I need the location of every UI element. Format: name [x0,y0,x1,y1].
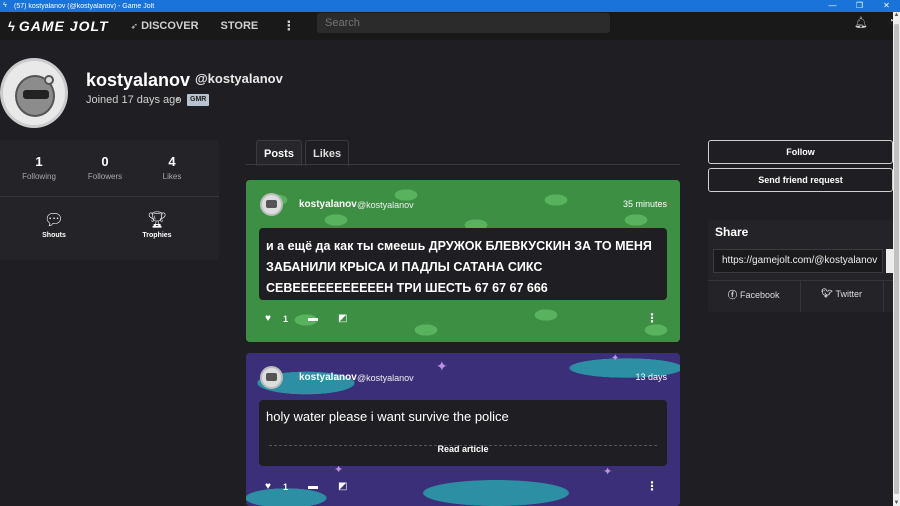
post-body-text: holy water please i want survive the pol… [266,409,509,424]
profile-tabs: Posts Likes [256,140,352,166]
search-input[interactable] [317,13,610,33]
avatar-antenna [44,75,54,85]
top-nav: ϟ GAME JOLT ➶ DISCOVER STORE ⋮ 🔔︎ ◔ [0,12,894,40]
post-timestamp[interactable]: 35 minutes [623,199,667,209]
window-title: (57) kostyalanov (@kostyalanov) - Game J… [14,2,155,10]
share-separator [800,281,801,312]
profile-handle: @kostyalanov [195,71,283,86]
like-count: 1 [282,481,288,492]
tabs-underline [246,164,680,165]
stat-following[interactable]: 1 Following [9,154,69,181]
trophy-icon: 🏆︎ [146,212,168,229]
post-username[interactable]: kostyalanov [299,199,357,210]
twitter-icon: 🐦︎ [821,288,833,298]
post-card[interactable]: ✦ ✦ ✦ ✦ kostyalanov @kostyalanov 13 days… [246,353,680,506]
share-separator [883,281,884,312]
stat-followers-label: Followers [87,172,123,181]
star-decoration-icon: ✦ [603,466,613,478]
post-actions: ♥ 1 ▬ ◩ [265,481,347,492]
post-avatar[interactable] [260,366,283,389]
profile-display-name: kostyalanov [86,70,191,90]
sticker-icon[interactable]: ◩ [338,481,347,492]
share-card: Share https://gamejolt.com/@kostyalanov … [708,220,893,312]
scroll-down-icon[interactable]: ▼ [893,500,900,506]
post-timestamp[interactable]: 13 days [635,372,667,382]
shouts-link[interactable]: 💬︎ Shouts [29,210,79,239]
stat-likes[interactable]: 4 Likes [142,154,202,181]
rocket-icon: ➶ [130,20,139,31]
stat-followers-value: 0 [101,154,109,169]
send-friend-request-button[interactable]: Send friend request [708,168,893,192]
copy-url-button[interactable] [886,249,893,273]
nav-store[interactable]: STORE [221,20,259,32]
trophies-link[interactable]: 🏆︎ Trophies [132,210,182,239]
gamejolt-logo[interactable]: ϟ GAME JOLT [8,18,109,34]
stat-followers[interactable]: 0 Followers [75,154,135,181]
post-more-icon[interactable]: ⋮ [646,479,658,493]
share-title: Share [715,225,749,239]
app-icon: ϟ [3,2,7,9]
stat-following-label: Following [22,172,56,181]
page-scrollbar[interactable]: ▲ ▼ [893,12,900,506]
scroll-up-icon[interactable]: ▲ [893,12,900,18]
joined-separator: • [176,94,180,106]
stats-divider [0,196,219,197]
minimize-button[interactable]: — [819,0,846,12]
post-handle: @kostyalanov [357,373,414,383]
bell-icon[interactable]: 🔔︎ [854,16,868,29]
nav-store-label: STORE [220,20,259,32]
nav-more-icon[interactable]: ⋮ [282,18,295,34]
heart-icon[interactable]: ♥ [265,481,271,492]
like-count: 1 [282,313,288,324]
tab-likes[interactable]: Likes [304,140,350,166]
star-decoration-icon: ✦ [611,353,620,364]
comment-icon[interactable]: ▬ [308,313,318,324]
profile-joined: Joined 17 days ago [86,94,182,106]
follow-button[interactable]: Follow [708,140,893,164]
comment-icon[interactable]: ▬ [308,481,318,492]
profile-stats-card: 1 Following 0 Followers 4 Likes 💬︎ Shout… [0,140,219,260]
star-decoration-icon: ✦ [436,358,448,374]
stat-following-value: 1 [35,154,43,169]
window-titlebar: ϟ (57) kostyalanov (@kostyalanov) - Game… [0,0,900,12]
post-body[interactable]: и а ещё да как ты смеешь ДРУЖОК БЛЕВКУСК… [259,228,667,300]
twitter-label: Twitter [835,288,862,299]
post-handle: @kostyalanov [357,200,414,210]
post-username[interactable]: kostyalanov [299,372,357,383]
scroll-thumb[interactable] [894,24,899,494]
bolt-icon: ϟ [8,18,16,34]
close-button[interactable]: ✕ [873,0,900,12]
read-article-link[interactable]: Read article [259,440,667,458]
speech-bubble-icon: 💬︎ [43,212,65,229]
nav-discover[interactable]: ➶ DISCOVER [131,20,199,32]
tab-posts[interactable]: Posts [256,140,302,166]
facebook-icon: ⓕ [728,290,738,300]
share-twitter-button[interactable]: 🐦︎ Twitter [821,288,862,299]
stat-likes-value: 4 [168,154,176,169]
shouts-label: Shouts [42,232,66,239]
share-facebook-button[interactable]: ⓕ Facebook [728,288,780,301]
post-card[interactable]: kostyalanov @kostyalanov 35 minutes и а … [246,180,680,342]
share-url-field[interactable]: https://gamejolt.com/@kostyalanov [713,249,883,273]
trophies-label: Trophies [142,232,172,239]
post-actions: ♥ 1 ▬ ◩ [265,313,347,324]
stat-likes-label: Likes [162,172,182,181]
maximize-button[interactable]: ❐ [846,0,873,12]
heart-icon[interactable]: ♥ [265,313,271,324]
gmr-badge: GMR [187,94,210,106]
post-avatar[interactable] [260,193,283,216]
avatar-visor [23,90,49,99]
facebook-label: Facebook [740,289,780,300]
sticker-icon[interactable]: ◩ [338,313,347,324]
logo-text: GAME JOLT [18,18,109,34]
avatar-robot-icon [15,75,55,117]
profile-avatar[interactable] [0,58,68,128]
nav-discover-label: DISCOVER [141,20,199,32]
post-more-icon[interactable]: ⋮ [646,311,658,325]
post-body[interactable]: holy water please i want survive the pol… [259,400,667,466]
